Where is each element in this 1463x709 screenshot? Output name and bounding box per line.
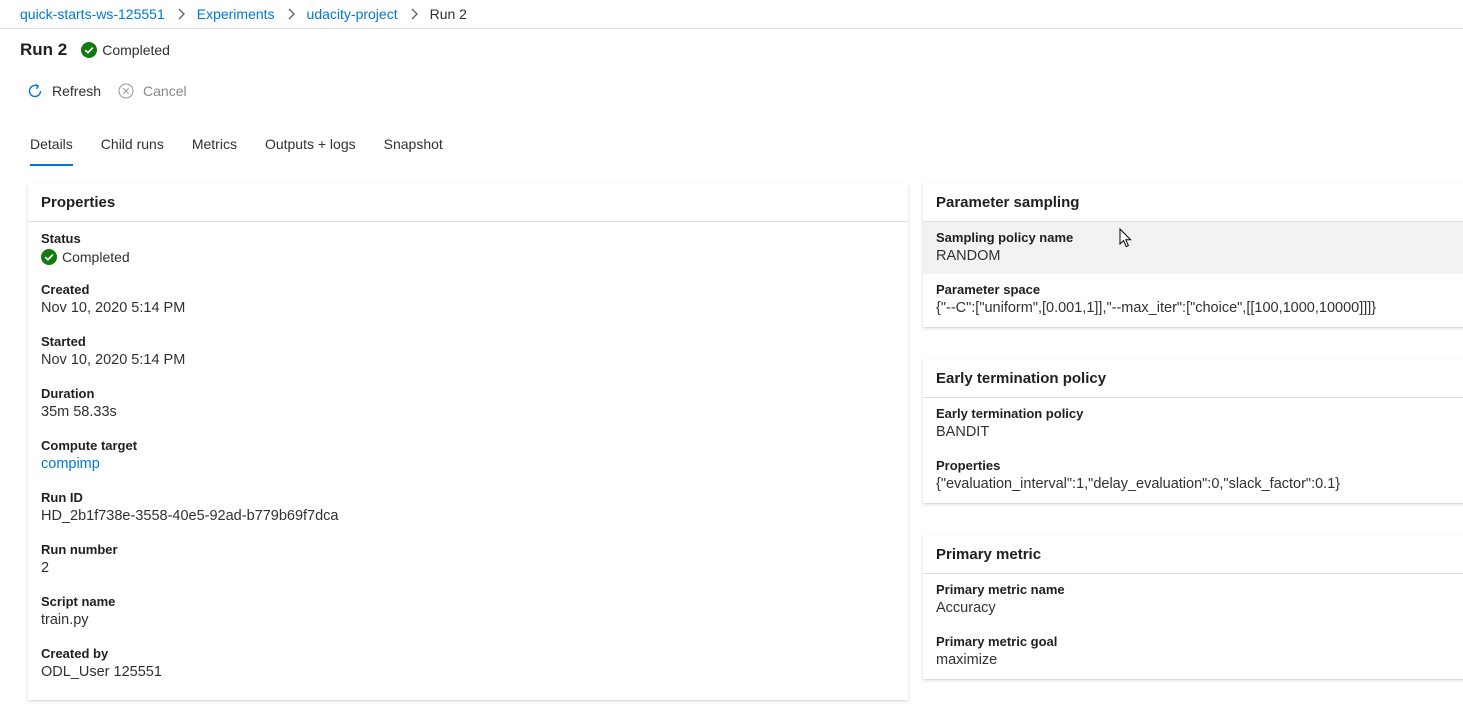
title-row: Run 2 Completed: [20, 37, 170, 63]
tab-child-runs[interactable]: Child runs: [101, 132, 164, 166]
parameter-space-field: Parameter space {"--C":["uniform",[0.001…: [923, 274, 1463, 326]
primary-metric-goal-value: maximize: [936, 652, 998, 668]
early-termination-properties-label: Properties: [936, 458, 1001, 473]
sampling-policy-label: Sampling policy name: [936, 230, 1074, 245]
sampling-policy-value: RANDOM: [936, 248, 1001, 264]
primary-metric-title: Primary metric: [923, 536, 1463, 574]
duration-field: Duration 35m 58.33s: [28, 378, 908, 430]
script-name-field: Script name train.py: [28, 586, 908, 638]
breadcrumb-experiment[interactable]: udacity-project: [307, 6, 398, 22]
run-id-field: Run ID HD_2b1f738e-3558-40e5-92ad-b779b6…: [28, 482, 908, 534]
status-label: Status: [41, 231, 81, 246]
primary-metric-name-field: Primary metric name Accuracy: [923, 574, 1463, 626]
cancel-label: Cancel: [143, 83, 187, 99]
primary-metric-card: Primary metric Primary metric name Accur…: [923, 536, 1463, 679]
cancel-button[interactable]: Cancel: [117, 82, 187, 100]
primary-metric-goal-label: Primary metric goal: [936, 634, 1058, 649]
chevron-right-icon: [287, 8, 295, 20]
created-by-label: Created by: [41, 646, 109, 661]
page-title: Run 2: [20, 40, 68, 59]
toolbar: Refresh Cancel: [26, 80, 203, 102]
run-id-label: Run ID: [41, 490, 83, 505]
check-circle-icon: [81, 42, 98, 58]
run-number-value: 2: [41, 560, 50, 576]
created-by-field: Created by ODL_User 125551: [28, 638, 908, 690]
chevron-right-icon: [410, 8, 418, 20]
properties-card: Properties Status Completed Created Nov …: [28, 184, 908, 700]
created-by-value: ODL_User 125551: [41, 664, 162, 680]
tab-snapshot[interactable]: Snapshot: [384, 132, 443, 166]
parameter-sampling-card: Parameter sampling Sampling policy name …: [923, 184, 1463, 327]
tab-details[interactable]: Details: [30, 132, 73, 166]
duration-value: 35m 58.33s: [41, 404, 117, 420]
tab-metrics[interactable]: Metrics: [192, 132, 237, 166]
script-name-label: Script name: [41, 594, 116, 609]
status-badge: Completed: [81, 42, 170, 58]
early-termination-policy-label: Early termination policy: [936, 406, 1084, 421]
status-text: Completed: [102, 42, 170, 58]
status-field: Status Completed: [28, 222, 908, 274]
breadcrumb-workspace[interactable]: quick-starts-ws-125551: [20, 6, 165, 22]
created-value: Nov 10, 2020 5:14 PM: [41, 300, 186, 316]
parameter-space-value: {"--C":["uniform",[0.001,1]],"--max_iter…: [936, 300, 1377, 316]
tab-outputs-logs[interactable]: Outputs + logs: [265, 132, 356, 166]
early-termination-title: Early termination policy: [923, 360, 1463, 398]
run-number-label: Run number: [41, 542, 118, 557]
sampling-policy-field: Sampling policy name RANDOM: [923, 222, 1463, 274]
primary-metric-name-value: Accuracy: [936, 600, 996, 616]
chevron-right-icon: [177, 8, 185, 20]
refresh-icon: [26, 82, 44, 100]
early-termination-card: Early termination policy Early terminati…: [923, 360, 1463, 503]
parameter-space-label: Parameter space: [936, 282, 1041, 297]
run-number-field: Run number 2: [28, 534, 908, 586]
cancel-icon: [117, 82, 135, 100]
run-id-value: HD_2b1f738e-3558-40e5-92ad-b779b69f7dca: [41, 508, 339, 524]
breadcrumb-current: Run 2: [429, 6, 467, 22]
status-value-text: Completed: [62, 249, 130, 265]
started-label: Started: [41, 334, 86, 349]
compute-target-field: Compute target compimp: [28, 430, 908, 482]
primary-metric-name-label: Primary metric name: [936, 582, 1065, 597]
status-value: Completed: [41, 247, 130, 267]
tab-bar: Details Child runs Metrics Outputs + log…: [30, 132, 471, 166]
created-field: Created Nov 10, 2020 5:14 PM: [28, 274, 908, 326]
primary-metric-goal-field: Primary metric goal maximize: [923, 626, 1463, 678]
compute-target-label: Compute target: [41, 438, 138, 453]
early-termination-properties-field: Properties {"evaluation_interval":1,"del…: [923, 450, 1463, 502]
compute-target-link[interactable]: compimp: [41, 454, 895, 474]
properties-title: Properties: [28, 184, 908, 222]
early-termination-policy-field: Early termination policy BANDIT: [923, 398, 1463, 450]
early-termination-policy-value: BANDIT: [936, 424, 990, 440]
duration-label: Duration: [41, 386, 95, 401]
created-label: Created: [41, 282, 90, 297]
mouse-cursor-icon: [1119, 227, 1133, 248]
parameter-sampling-title: Parameter sampling: [923, 184, 1463, 222]
started-field: Started Nov 10, 2020 5:14 PM: [28, 326, 908, 378]
script-name-value: train.py: [41, 612, 89, 628]
breadcrumb-experiments[interactable]: Experiments: [197, 6, 275, 22]
breadcrumb: quick-starts-ws-125551 Experiments udaci…: [0, 0, 1463, 29]
refresh-label: Refresh: [52, 83, 102, 99]
refresh-button[interactable]: Refresh: [26, 82, 101, 100]
started-value: Nov 10, 2020 5:14 PM: [41, 352, 186, 368]
early-termination-properties-value: {"evaluation_interval":1,"delay_evaluati…: [936, 476, 1341, 492]
check-circle-icon: [41, 249, 57, 265]
